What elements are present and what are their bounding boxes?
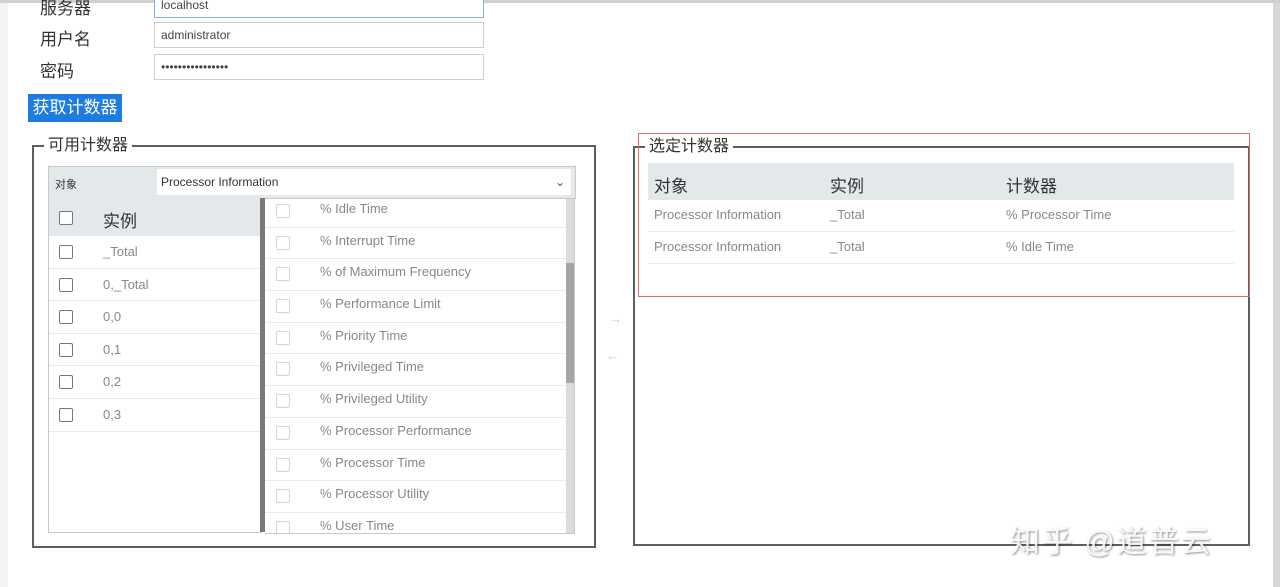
counter-checkbox[interactable] <box>276 457 290 472</box>
instance-header-label: 实例 <box>103 212 137 231</box>
cell-instance: _Total <box>830 239 865 254</box>
header-object: 对象 <box>654 177 688 196</box>
cell-instance: _Total <box>830 207 865 222</box>
instance-row[interactable]: 0,2 <box>49 366 261 399</box>
counter-name: % Idle Time <box>320 201 388 216</box>
cell-object: Processor Information <box>654 207 782 222</box>
counter-row[interactable]: % Idle Time <box>265 199 567 228</box>
left-edge <box>0 3 8 587</box>
counter-row[interactable]: % Performance Limit <box>265 291 567 323</box>
server-label: 服务器 <box>40 0 91 18</box>
watermark: 知乎 @道普云 <box>1010 526 1213 559</box>
counter-checkbox[interactable] <box>276 204 290 218</box>
counter-checkbox[interactable] <box>276 267 290 282</box>
username-label: 用户名 <box>40 30 91 49</box>
add-arrow-icon[interactable]: → <box>609 311 622 326</box>
selected-table-header: 对象 实例 计数器 <box>648 163 1234 200</box>
counter-name: % Processor Performance <box>320 422 472 438</box>
username-input[interactable]: administrator <box>154 22 484 48</box>
header-counter: 计数器 <box>1006 177 1057 196</box>
selected-row[interactable]: Processor Information _Total % Idle Time <box>648 232 1234 264</box>
counter-name: % Performance Limit <box>320 296 441 312</box>
instance-checkbox[interactable] <box>59 342 73 357</box>
counter-row[interactable]: % User Time <box>265 513 567 533</box>
counter-row[interactable]: % Privileged Time <box>265 354 567 387</box>
object-label: 对象 <box>55 179 77 191</box>
instance-name: 0,2 <box>103 374 122 390</box>
fetch-counters-button[interactable]: 获取计数器 <box>28 94 122 122</box>
instance-name: 0,1 <box>103 341 122 357</box>
instance-checkbox[interactable] <box>59 277 73 292</box>
instance-row[interactable]: 0,_Total <box>49 269 261 302</box>
counter-list: % Idle Time % Interrupt Time % of Maximum … <box>265 198 575 534</box>
server-input[interactable]: localhost <box>154 0 484 18</box>
counter-list-scrollbar[interactable] <box>566 199 574 533</box>
cell-counter: % Processor Time <box>1006 207 1112 222</box>
counter-checkbox[interactable] <box>276 235 290 250</box>
instance-name: 0,3 <box>103 406 122 422</box>
instance-header: 实例 <box>49 198 261 236</box>
counter-name: % Privileged Utility <box>320 391 428 407</box>
counter-checkbox[interactable] <box>276 425 290 440</box>
counter-list-scroll-thumb[interactable] <box>566 263 574 383</box>
counter-row[interactable]: % Priority Time <box>265 323 567 355</box>
available-counters-legend: 可用计数器 <box>44 136 133 156</box>
instance-name: 0,_Total <box>103 276 149 292</box>
counter-name: % Priority Time <box>320 327 408 343</box>
instance-name: _Total <box>103 244 138 259</box>
instance-name: 0,0 <box>103 309 122 325</box>
window-scrollbar[interactable] <box>1273 3 1280 587</box>
selected-row[interactable]: Processor Information _Total % Processor T… <box>648 200 1234 232</box>
select-all-instances-checkbox[interactable] <box>59 211 73 225</box>
counter-row[interactable]: % Privileged Utility <box>265 386 567 418</box>
counter-checkbox[interactable] <box>276 394 290 409</box>
counter-checkbox[interactable] <box>276 520 290 533</box>
counter-name: % Privileged Time <box>320 359 425 375</box>
password-label: 密码 <box>40 62 74 81</box>
cell-counter: % Idle Time <box>1006 239 1074 254</box>
instance-checkbox[interactable] <box>59 245 73 259</box>
counter-row[interactable]: % of Maximum Frequency <box>265 259 567 292</box>
counter-row[interactable]: % Processor Utility <box>265 481 567 513</box>
cell-object: Processor Information <box>654 239 782 254</box>
instance-row[interactable]: 0,0 <box>49 301 261 334</box>
instance-row[interactable]: 0,1 <box>49 334 261 367</box>
counter-checkbox[interactable] <box>276 489 290 504</box>
counter-checkbox[interactable] <box>276 299 290 314</box>
counter-name: % Processor Utility <box>320 486 430 502</box>
counter-name: % Interrupt Time <box>320 232 416 248</box>
instance-checkbox[interactable] <box>59 375 73 390</box>
object-selector-bar: 对象 Processor Information ⌄ <box>48 166 576 199</box>
counter-row[interactable]: % Interrupt Time <box>265 228 567 260</box>
instance-row[interactable]: 0,3 <box>49 399 261 432</box>
password-input[interactable]: •••••••••••••••• <box>154 54 484 80</box>
counter-name: % User Time <box>320 517 395 533</box>
instance-checkbox[interactable] <box>59 310 73 325</box>
instance-row[interactable]: _Total <box>49 236 261 269</box>
object-dropdown-value: Processor Information <box>161 175 279 189</box>
instance-list: 实例 _Total 0,_Total 0,0 0,1 0,2 0,3 <box>48 198 262 533</box>
counter-name: % Processor Time <box>320 454 426 470</box>
counter-checkbox[interactable] <box>276 330 290 345</box>
counter-row[interactable]: % Processor Performance <box>265 418 567 450</box>
counter-checkbox[interactable] <box>276 362 290 377</box>
remove-arrow-icon[interactable]: ← <box>606 348 619 363</box>
counter-name: % of Maximum Frequency <box>320 264 471 280</box>
object-dropdown[interactable]: Processor Information ⌄ <box>157 169 571 195</box>
selected-counters-table: 对象 实例 计数器 Processor Information _Total % P… <box>648 163 1234 264</box>
header-instance: 实例 <box>830 177 864 196</box>
instance-checkbox[interactable] <box>59 407 73 422</box>
chevron-down-icon: ⌄ <box>554 175 565 189</box>
counter-row[interactable]: % Processor Time <box>265 450 567 482</box>
